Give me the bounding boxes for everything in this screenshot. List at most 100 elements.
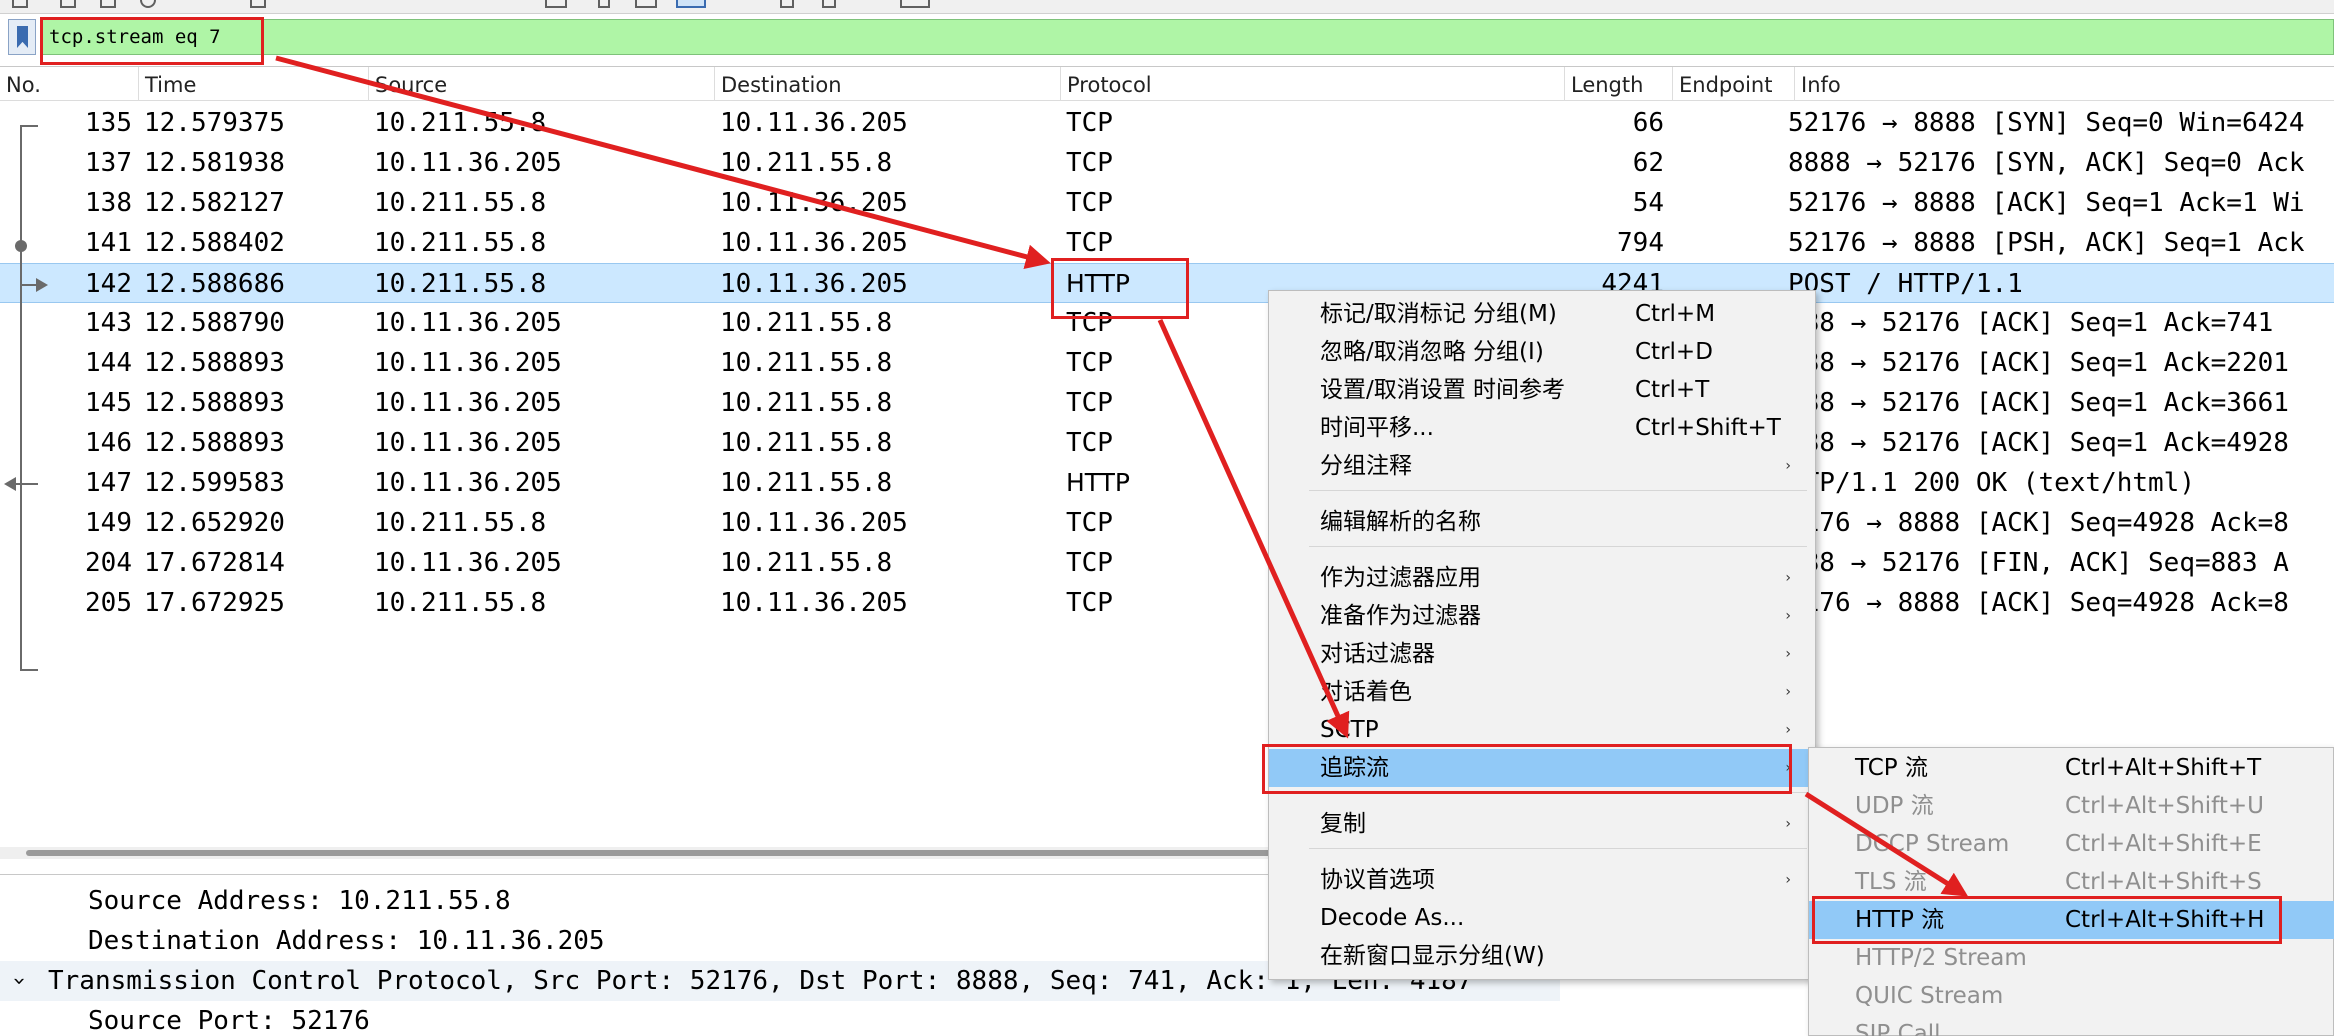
column-header-length[interactable]: Length — [1564, 67, 1672, 101]
context-menu-item[interactable]: SCTP › — [1269, 711, 1817, 749]
packet-cell-time: 12.588790 — [144, 308, 285, 338]
packet-cell-src: 10.211.55.8 — [374, 188, 547, 218]
context-menu-item[interactable]: 分组注释 › — [1269, 447, 1817, 485]
column-header-endpoint[interactable]: Endpoint — [1672, 67, 1794, 101]
packet-cell-dst: 10.211.55.8 — [720, 428, 893, 458]
packet-cell-time: 12.588893 — [144, 348, 285, 378]
context-menu-item[interactable]: 作为过滤器应用 › — [1269, 559, 1817, 597]
follow-stream-item[interactable]: SIP Call — [1809, 1015, 2334, 1036]
toolbar-icon[interactable] — [140, 0, 156, 8]
menu-separator — [1309, 546, 1807, 547]
packet-row[interactable]: 147 12.599583 10.11.36.205 10.211.55.8 HTTP T… — [0, 463, 2334, 503]
packet-cell-src: 10.11.36.205 — [374, 468, 562, 498]
detail-source-address[interactable]: Source Address: 10.211.55.8 — [88, 881, 511, 921]
packet-row[interactable]: 142 12.588686 10.211.55.8 10.11.36.205 HTTP 4… — [0, 263, 2334, 303]
context-menu-item[interactable]: 忽略/取消忽略 分组(I) Ctrl+D — [1269, 333, 1817, 371]
detail-destination-address[interactable]: Destination Address: 10.11.36.205 — [88, 921, 605, 961]
context-menu-item[interactable]: 在新窗口显示分组(W) — [1269, 937, 1817, 975]
packet-cell-info: 8888 → 52176 [SYN, ACK] Seq=0 Ack — [1788, 148, 2305, 178]
menu-item-label: Decode As... — [1320, 905, 1465, 931]
column-header-info[interactable]: Info — [1794, 67, 2334, 101]
toolbar-icon[interactable] — [822, 0, 836, 8]
column-header-time[interactable]: Time — [138, 67, 368, 101]
follow-stream-item[interactable]: TLS 流 Ctrl+Alt+Shift+S — [1809, 863, 2334, 901]
packet-cell-time: 12.599583 — [144, 468, 285, 498]
column-header-no[interactable]: No. — [0, 67, 138, 101]
toolbar-icon[interactable] — [635, 0, 657, 8]
packet-cell-dst: 10.11.36.205 — [720, 508, 908, 538]
menu-item-shortcut: Ctrl+Alt+Shift+U — [2065, 793, 2264, 819]
packet-list[interactable]: No. Time Source Destination Protocol Len… — [0, 66, 2334, 866]
detail-tcp-summary[interactable]: Transmission Control Protocol, Src Port:… — [48, 961, 1472, 1001]
toolbar-icon[interactable] — [12, 0, 28, 8]
column-header-destination[interactable]: Destination — [714, 67, 1060, 101]
packet-row[interactable]: 135 12.579375 10.211.55.8 10.11.36.205 TCP 66… — [0, 103, 2334, 143]
toolbar-icon[interactable] — [676, 0, 706, 8]
column-header-protocol[interactable]: Protocol — [1060, 67, 1564, 101]
context-menu-item[interactable]: 协议首选项 › — [1269, 861, 1817, 899]
packet-cell-dst: 10.11.36.205 — [720, 188, 908, 218]
submenu-chevron-icon: › — [1785, 816, 1791, 832]
packet-row[interactable]: 137 12.581938 10.11.36.205 10.211.55.8 TCP 62… — [0, 143, 2334, 183]
context-menu-item[interactable]: 标记/取消标记 分组(M) Ctrl+M — [1269, 295, 1817, 333]
follow-stream-item[interactable]: HTTP 流 Ctrl+Alt+Shift+H — [1809, 901, 2334, 939]
context-menu-item[interactable]: 对话过滤器 › — [1269, 635, 1817, 673]
menu-item-label: SCTP — [1320, 717, 1379, 743]
context-menu-item[interactable]: 编辑解析的名称 — [1269, 503, 1817, 541]
packet-cell-proto: HTTP — [1066, 468, 1130, 497]
packet-row[interactable]: 204 17.672814 10.11.36.205 10.211.55.8 TCP 88… — [0, 543, 2334, 583]
packet-cell-info: 888 → 52176 [ACK] Seq=1 Ack=2201 — [1788, 348, 2289, 378]
packet-row[interactable]: 146 12.588893 10.11.36.205 10.211.55.8 TCP 88… — [0, 423, 2334, 463]
follow-stream-item[interactable]: DCCP Stream Ctrl+Alt+Shift+E — [1809, 825, 2334, 863]
context-menu-item[interactable]: 设置/取消设置 时间参考 Ctrl+T — [1269, 371, 1817, 409]
packet-cell-info: 888 → 52176 [FIN, ACK] Seq=883 A — [1788, 548, 2289, 578]
context-menu-item[interactable]: 对话着色 › — [1269, 673, 1817, 711]
column-header-source[interactable]: Source — [368, 67, 714, 101]
packet-cell-info: 52176 → 8888 [PSH, ACK] Seq=1 Ack — [1788, 228, 2305, 258]
packet-cell-proto: TCP — [1066, 428, 1113, 458]
context-menu-item[interactable]: 准备作为过滤器 › — [1269, 597, 1817, 635]
menu-item-label: 时间平移... — [1320, 415, 1434, 441]
follow-stream-item[interactable]: UDP 流 Ctrl+Alt+Shift+U — [1809, 787, 2334, 825]
toolbar-icon[interactable] — [60, 0, 76, 8]
toolbar-icon[interactable] — [900, 0, 930, 8]
follow-stream-item[interactable]: QUIC Stream — [1809, 977, 2334, 1015]
toolbar-icon[interactable] — [598, 0, 610, 8]
packet-row[interactable]: 205 17.672925 10.211.55.8 10.11.36.205 TCP 21… — [0, 583, 2334, 623]
packet-cell-src: 10.11.36.205 — [374, 308, 562, 338]
context-menu-item[interactable]: Decode As... — [1269, 899, 1817, 937]
packet-cell-no: 205 — [85, 588, 132, 618]
follow-stream-submenu: TCP 流 Ctrl+Alt+Shift+T UDP 流 Ctrl+Alt+Shift… — [1808, 747, 2334, 1036]
context-menu-item[interactable]: 时间平移... Ctrl+Shift+T — [1269, 409, 1817, 447]
display-filter-input[interactable]: tcp.stream eq 7 — [40, 19, 2334, 55]
packet-cell-info: 888 → 52176 [ACK] Seq=1 Ack=4928 — [1788, 428, 2289, 458]
toolbar-icon[interactable] — [100, 0, 116, 8]
toolbar-icon[interactable] — [780, 0, 794, 8]
packet-cell-dst: 10.11.36.205 — [720, 269, 908, 299]
menu-separator — [1309, 792, 1807, 793]
follow-stream-item[interactable]: TCP 流 Ctrl+Alt+Shift+T — [1809, 749, 2334, 787]
packet-cell-proto: TCP — [1066, 188, 1113, 218]
packet-row[interactable]: 145 12.588893 10.11.36.205 10.211.55.8 TCP 88… — [0, 383, 2334, 423]
packet-list-header: No. Time Source Destination Protocol Len… — [0, 67, 2334, 101]
packet-row[interactable]: 149 12.652920 10.211.55.8 10.11.36.205 TCP 21… — [0, 503, 2334, 543]
submenu-chevron-icon: › — [1785, 570, 1791, 586]
detail-source-port[interactable]: Source Port: 52176 — [88, 1001, 370, 1036]
packet-cell-proto: TCP — [1066, 548, 1113, 578]
context-menu-item[interactable]: 追踪流 › — [1269, 749, 1817, 787]
packet-cell-src: 10.211.55.8 — [374, 588, 547, 618]
context-menu-item[interactable]: 复制 › — [1269, 805, 1817, 843]
filter-bookmark-icon[interactable] — [8, 19, 36, 55]
expand-chevron-icon[interactable]: › — [0, 974, 39, 987]
packet-cell-info: 888 → 52176 [ACK] Seq=1 Ack=3661 — [1788, 388, 2289, 418]
packet-cell-src: 10.211.55.8 — [374, 228, 547, 258]
packet-row[interactable]: 141 12.588402 10.211.55.8 10.11.36.205 TCP 79… — [0, 223, 2334, 263]
packet-cell-src: 10.11.36.205 — [374, 148, 562, 178]
packet-cell-no: 146 — [85, 428, 132, 458]
packet-row[interactable]: 144 12.588893 10.11.36.205 10.211.55.8 TCP 88… — [0, 343, 2334, 383]
toolbar-icon[interactable] — [250, 0, 266, 8]
toolbar-icon[interactable] — [545, 0, 567, 8]
follow-stream-item[interactable]: HTTP/2 Stream — [1809, 939, 2334, 977]
packet-row[interactable]: 143 12.588790 10.11.36.205 10.211.55.8 TCP 88… — [0, 303, 2334, 343]
packet-row[interactable]: 138 12.582127 10.211.55.8 10.11.36.205 TCP 54… — [0, 183, 2334, 223]
